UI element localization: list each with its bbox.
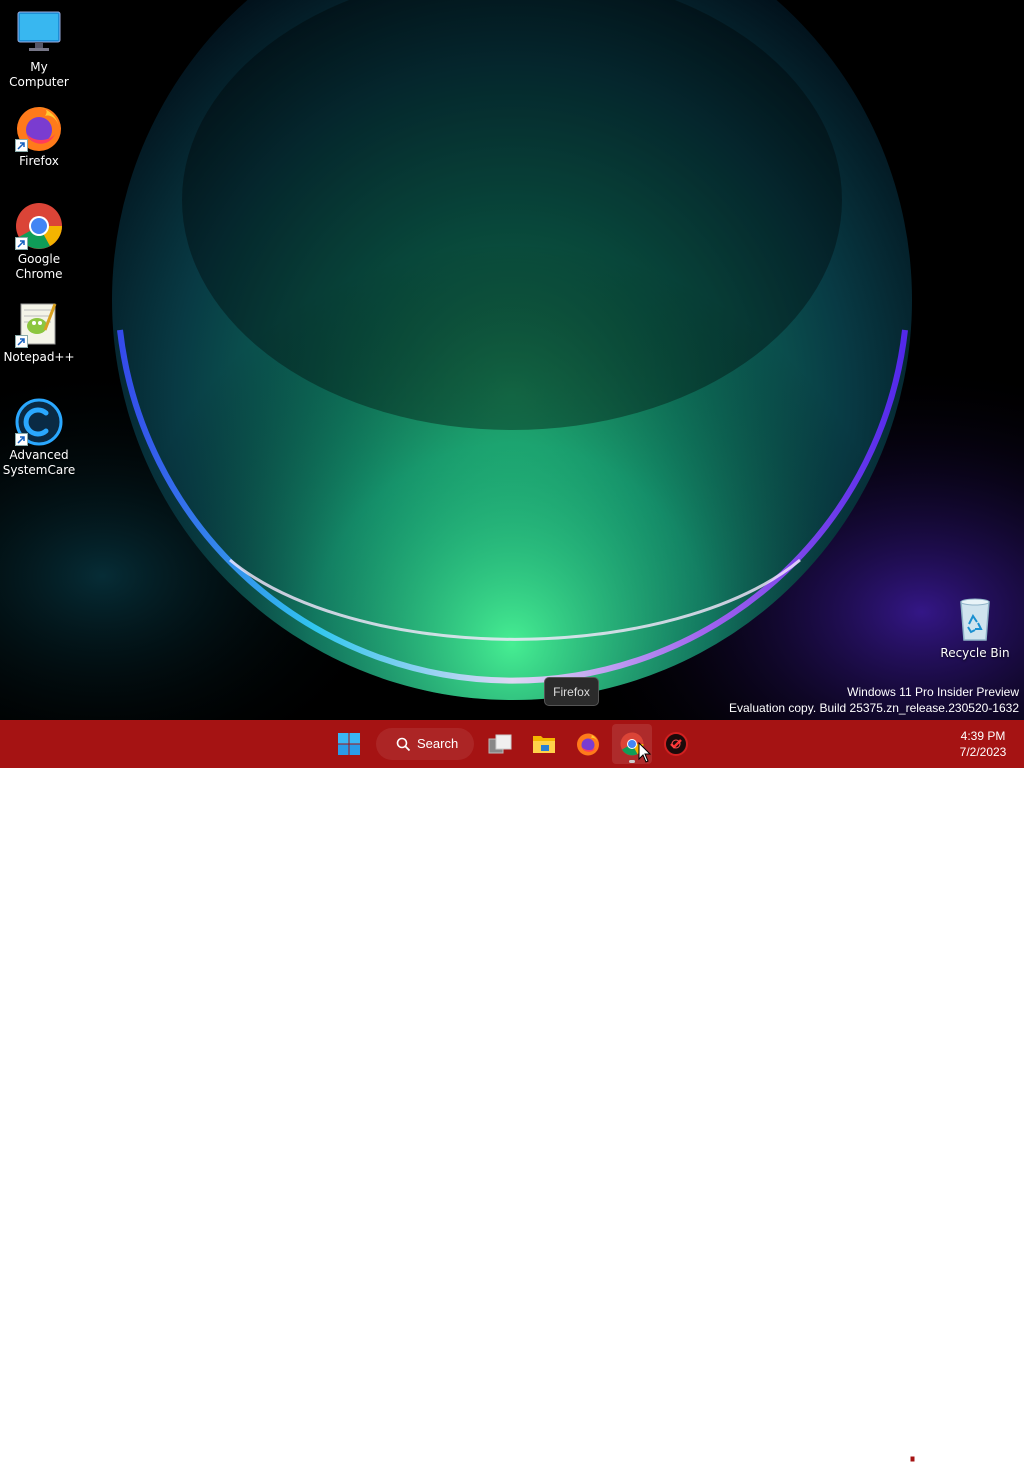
- wallpaper: [0, 0, 1024, 720]
- volume-icon[interactable]: [922, 1456, 940, 1472]
- mouse-cursor-icon: [638, 742, 652, 763]
- advanced-systemcare-icon: [664, 732, 688, 756]
- taskbar-search-button[interactable]: Search: [376, 728, 474, 760]
- shortcut-arrow-icon: [15, 237, 28, 250]
- windows-watermark: Windows 11 Pro Insider Preview Evaluatio…: [729, 684, 1019, 716]
- firefox-icon: [15, 104, 63, 152]
- file-explorer-icon: [533, 736, 555, 753]
- shortcut-arrow-icon: [15, 139, 28, 152]
- keyboard-icon[interactable]: [866, 1456, 884, 1472]
- chevron-up-icon[interactable]: [804, 1456, 820, 1472]
- desktop-icon-label: Advanced SystemCare: [2, 448, 76, 477]
- taskbar-tooltip: Firefox: [544, 677, 599, 706]
- desktop-icon-label: My Computer: [9, 60, 69, 89]
- desktop-icon-label: Google Chrome: [15, 252, 63, 281]
- watermark-edition: Windows 11 Pro Insider Preview: [847, 685, 1019, 699]
- task-view-button[interactable]: [480, 724, 520, 764]
- search-icon: [396, 737, 411, 752]
- onedrive-icon[interactable]: [834, 1456, 854, 1472]
- desktop-icon-advanced-systemcare[interactable]: Advanced SystemCare: [0, 398, 78, 478]
- desktop-icon-label: Notepad++: [3, 350, 75, 364]
- task-view-icon: [488, 734, 512, 754]
- clock-date: 7/2/2023: [959, 745, 1007, 759]
- start-button[interactable]: [329, 724, 369, 764]
- watermark-build: Evaluation copy. Build 25375.zn_release.…: [729, 701, 1019, 715]
- desktop-icon-label: Firefox: [19, 154, 59, 168]
- taskbar-clock[interactable]: 4:39 PM 7/2/2023: [950, 728, 1016, 760]
- desktop-icon-firefox[interactable]: Firefox: [0, 104, 78, 169]
- desktop[interactable]: My Computer Firefox Google Chrome Notepa…: [0, 0, 1024, 720]
- desktop-icon-notepad-plus-plus[interactable]: Notepad++: [0, 300, 78, 365]
- search-label: Search: [417, 736, 459, 751]
- file-explorer-button[interactable]: [524, 724, 564, 764]
- desktop-icon-recycle-bin[interactable]: Recycle Bin: [936, 596, 1014, 661]
- windows-start-icon: [338, 733, 360, 755]
- clock-time: 4:39 PM: [960, 729, 1006, 743]
- desktop-icon-label: Recycle Bin: [940, 646, 1010, 660]
- shortcut-arrow-icon: [15, 335, 28, 348]
- firefox-icon: [577, 733, 599, 756]
- network-icon[interactable]: [898, 1456, 916, 1472]
- taskbar-advanced-systemcare-button[interactable]: [656, 724, 696, 764]
- desktop-icon-my-computer[interactable]: My Computer: [0, 10, 78, 90]
- taskbar-firefox-button[interactable]: [568, 724, 608, 764]
- chrome-icon: [15, 202, 63, 250]
- monitor-icon: [15, 10, 63, 58]
- taskbar: 4:39 PM 7/2/2023: [0, 720, 1024, 1472]
- active-app-indicator: [629, 760, 635, 763]
- shortcut-arrow-icon: [15, 433, 28, 446]
- desktop-icon-google-chrome[interactable]: Google Chrome: [0, 202, 78, 282]
- notepad-plus-plus-icon: [15, 300, 63, 348]
- advanced-systemcare-icon: [15, 398, 63, 446]
- recycle-bin-icon: [951, 596, 999, 644]
